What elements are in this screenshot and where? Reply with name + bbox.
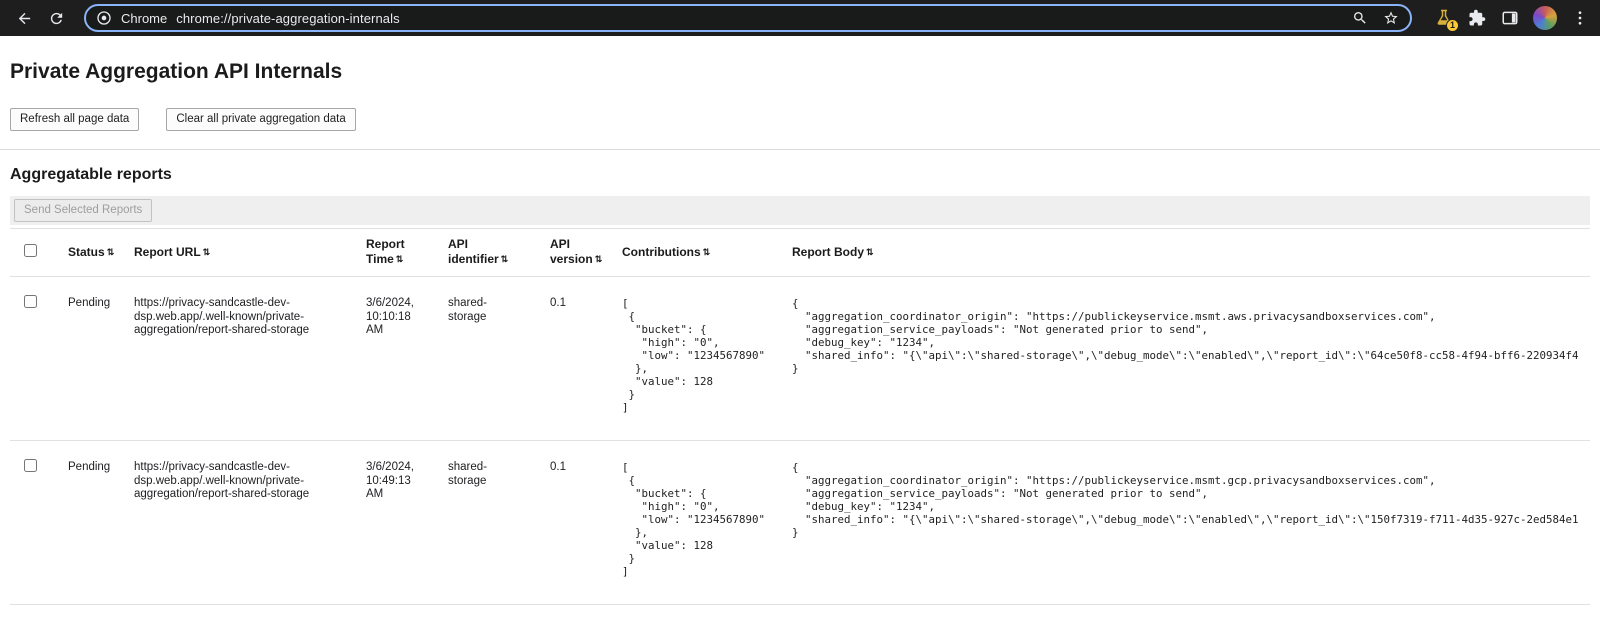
puzzle-icon	[1468, 9, 1486, 27]
sort-icon: ⇅	[866, 247, 874, 257]
header-report-url[interactable]: Report URL⇅	[134, 229, 366, 277]
sort-icon: ⇅	[203, 247, 211, 257]
cell-contributions: [ { "bucket": { "high": "0", "low": "123…	[622, 277, 792, 441]
cell-status: Pending	[68, 277, 134, 441]
sort-icon: ⇅	[703, 247, 711, 257]
header-report-body[interactable]: Report Body⇅	[792, 229, 1590, 277]
cell-status: Pending	[68, 441, 134, 605]
side-panel-button[interactable]	[1500, 8, 1520, 28]
header-contributions[interactable]: Contributions⇅	[622, 229, 792, 277]
cell-select	[10, 441, 68, 605]
cell-api-identifier: shared-storage	[448, 277, 550, 441]
star-icon	[1383, 10, 1399, 26]
header-api-identifier[interactable]: API identifier⇅	[448, 229, 550, 277]
select-all-checkbox[interactable]	[24, 244, 37, 257]
bookmark-button[interactable]	[1380, 7, 1402, 29]
page-content: Private Aggregation API Internals Refres…	[0, 60, 1600, 605]
report-row: Pending https://privacy-sandcastle-dev-d…	[10, 441, 1590, 605]
header-status[interactable]: Status⇅	[68, 229, 134, 277]
header-report-url-label: Report URL	[134, 245, 201, 259]
sort-icon: ⇅	[595, 254, 603, 264]
section-title: Aggregatable reports	[10, 166, 1590, 184]
send-selected-reports-button[interactable]: Send Selected Reports	[14, 199, 152, 222]
contributions-json: [ { "bucket": { "high": "0", "low": "123…	[622, 461, 780, 578]
cell-api-identifier: shared-storage	[448, 441, 550, 605]
cell-select	[10, 277, 68, 441]
browser-toolbar: Chrome chrome://private-aggregation-inte…	[0, 0, 1600, 36]
header-api-version-label: API version	[550, 237, 593, 266]
clear-all-button[interactable]: Clear all private aggregation data	[166, 108, 355, 131]
cell-report-body: { "aggregation_coordinator_origin": "htt…	[792, 277, 1590, 441]
extensions-menu-button[interactable]	[1467, 8, 1487, 28]
report-body-json: { "aggregation_coordinator_origin": "htt…	[792, 461, 1578, 539]
table-header-row: Status⇅ Report URL⇅ Report Time⇅ API ide…	[10, 229, 1590, 277]
contributions-json: [ { "bucket": { "high": "0", "low": "123…	[622, 297, 780, 414]
toolbar-right-cluster: 1	[1426, 6, 1590, 30]
cell-contributions: [ { "bucket": { "high": "0", "low": "123…	[622, 441, 792, 605]
header-report-time[interactable]: Report Time⇅	[366, 229, 448, 277]
cell-report-url: https://privacy-sandcastle-dev-dsp.web.a…	[134, 441, 366, 605]
header-api-identifier-label: API identifier	[448, 237, 499, 266]
header-contributions-label: Contributions	[622, 245, 701, 259]
omnibox-site-chip: Chrome	[121, 11, 167, 26]
header-status-label: Status	[68, 245, 105, 259]
refresh-all-button[interactable]: Refresh all page data	[10, 108, 139, 131]
back-button[interactable]	[10, 4, 38, 32]
report-row: Pending https://privacy-sandcastle-dev-d…	[10, 277, 1590, 441]
sort-icon: ⇅	[501, 254, 509, 264]
search-icon	[1352, 10, 1368, 26]
kebab-menu-icon	[1571, 9, 1589, 27]
extension-action-button[interactable]: 1	[1434, 8, 1454, 28]
reload-button[interactable]	[42, 4, 70, 32]
cell-api-version: 0.1	[550, 441, 622, 605]
chrome-logo-icon	[96, 10, 112, 26]
cell-report-time: 3/6/2024, 10:49:13 AM	[366, 441, 448, 605]
search-button[interactable]	[1349, 7, 1371, 29]
sort-icon: ⇅	[107, 247, 115, 257]
cell-api-version: 0.1	[550, 277, 622, 441]
side-panel-icon	[1501, 9, 1519, 27]
row-checkbox[interactable]	[24, 295, 37, 308]
sort-icon: ⇅	[396, 254, 404, 264]
back-icon	[16, 10, 33, 27]
extension-badge: 1	[1446, 19, 1459, 32]
omnibox[interactable]: Chrome chrome://private-aggregation-inte…	[84, 4, 1412, 32]
omnibox-url: chrome://private-aggregation-internals	[176, 11, 399, 26]
cell-report-url: https://privacy-sandcastle-dev-dsp.web.a…	[134, 277, 366, 441]
reports-toolbar: Send Selected Reports	[10, 196, 1590, 225]
row-checkbox[interactable]	[24, 459, 37, 472]
reload-icon	[48, 10, 65, 27]
reports-table: Status⇅ Report URL⇅ Report Time⇅ API ide…	[10, 228, 1590, 605]
cell-report-time: 3/6/2024, 10:10:18 AM	[366, 277, 448, 441]
divider	[0, 149, 1600, 150]
browser-menu-button[interactable]	[1570, 8, 1590, 28]
profile-avatar[interactable]	[1533, 6, 1557, 30]
page-actions: Refresh all page data Clear all private …	[10, 108, 1590, 131]
header-report-body-label: Report Body	[792, 245, 864, 259]
report-body-json: { "aggregation_coordinator_origin": "htt…	[792, 297, 1578, 375]
cell-report-body: { "aggregation_coordinator_origin": "htt…	[792, 441, 1590, 605]
header-api-version[interactable]: API version⇅	[550, 229, 622, 277]
page-title: Private Aggregation API Internals	[10, 60, 1590, 84]
header-select-all	[10, 229, 68, 277]
